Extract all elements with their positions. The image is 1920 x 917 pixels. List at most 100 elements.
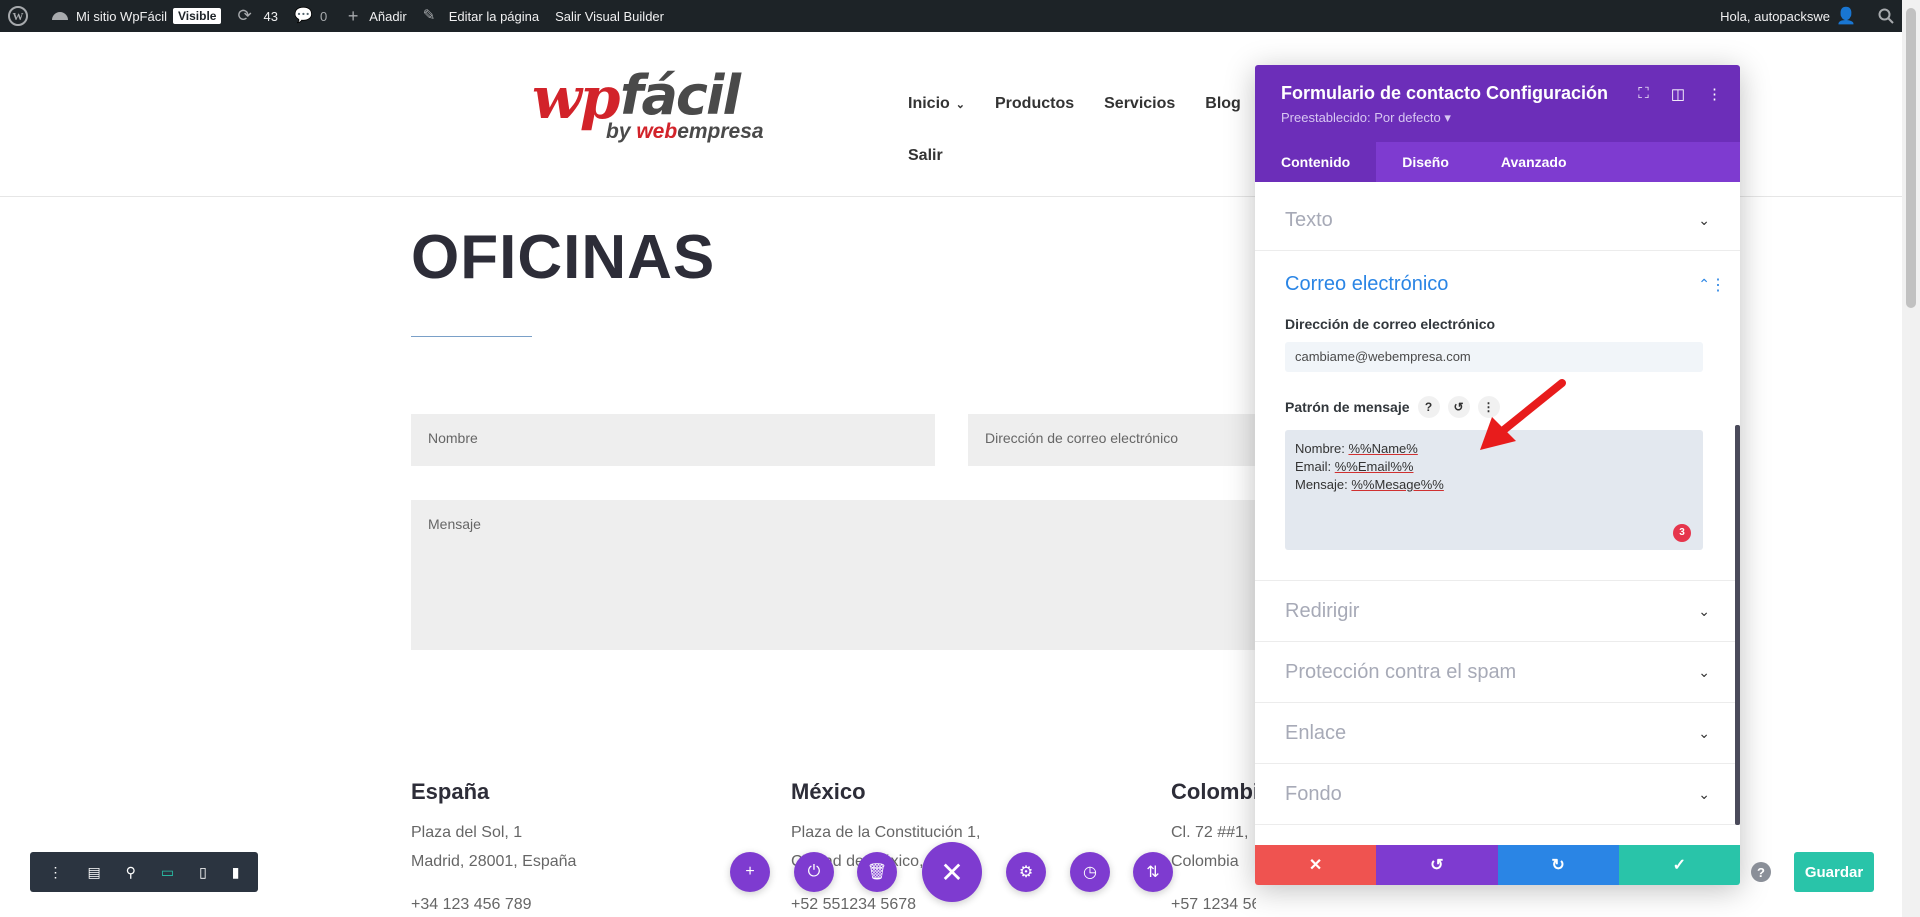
undo-icon: ↺: [1430, 857, 1444, 874]
office-address-line1: Cl. 72 ##1,: [1171, 824, 1249, 841]
pattern-line: Email: %%Email%%: [1295, 459, 1414, 474]
pattern-line: Mensaje: %%Mesage%%: [1295, 477, 1444, 492]
close-builder-button[interactable]: ✕: [922, 842, 982, 902]
chevron-down-icon: ⌄: [1698, 663, 1710, 680]
site-logo[interactable]: wp fácil by webempresa: [532, 64, 767, 149]
section-spam[interactable]: Protección contra el spam ⌄: [1255, 642, 1740, 703]
more-options-icon[interactable]: ⋮: [1707, 85, 1722, 103]
clear-layout-button[interactable]: 🗑: [857, 852, 897, 892]
user-avatar-icon: 👤: [1836, 8, 1856, 25]
visible-badge: Visible: [173, 8, 222, 24]
help-button[interactable]: ?: [1751, 862, 1771, 882]
tab-contenido[interactable]: Contenido: [1255, 142, 1377, 182]
fullscreen-icon[interactable]: ⛶: [1638, 85, 1649, 103]
chevron-down-icon: ⌄: [1698, 602, 1710, 619]
logo-by: by webempresa: [606, 120, 764, 143]
pattern-label: Patrón de mensaje: [1285, 399, 1410, 415]
dashboard-icon: [52, 12, 68, 20]
close-icon: ✕: [1308, 857, 1323, 874]
svg-text:W: W: [13, 11, 24, 23]
tab-avanzado[interactable]: Avanzado: [1475, 142, 1593, 182]
email-label: Dirección de correo electrónico: [1285, 316, 1496, 332]
panel-header[interactable]: Formulario de contacto Configuración Pre…: [1255, 65, 1740, 142]
refresh-icon: ⟳: [237, 6, 252, 25]
chevron-down-icon: ⌄: [955, 98, 965, 111]
tab-diseno[interactable]: Diseño: [1376, 142, 1475, 182]
updates-link[interactable]: ⟳ 43: [229, 0, 285, 32]
logo-facil: fácil: [620, 64, 741, 127]
save-button[interactable]: Guardar: [1794, 852, 1874, 892]
email-address-field[interactable]: cambiame@webempresa.com: [1285, 342, 1703, 372]
redo-button[interactable]: ↻: [1497, 845, 1619, 885]
nav-item-blog[interactable]: Blog: [1205, 95, 1241, 113]
updates-count: 43: [263, 8, 278, 24]
more-options-icon[interactable]: ⋮: [48, 864, 62, 881]
wordpress-logo-icon[interactable]: W: [0, 0, 42, 32]
search-icon[interactable]: [1870, 0, 1902, 32]
phone-view-icon[interactable]: ▮: [232, 864, 240, 881]
reorder-button[interactable]: ⇅: [1133, 852, 1173, 892]
section-texto[interactable]: Texto ⌄: [1255, 190, 1740, 251]
name-input[interactable]: Nombre: [411, 414, 935, 466]
desktop-view-icon[interactable]: ▭: [161, 864, 174, 881]
portability-button[interactable]: ⏻: [794, 852, 834, 892]
nav-item-inicio[interactable]: Inicio ⌄: [908, 95, 965, 113]
check-icon: ✓: [1672, 857, 1687, 874]
page-scrollbar-thumb[interactable]: [1906, 8, 1916, 308]
nav-item-productos[interactable]: Productos: [995, 95, 1074, 113]
panel-body: Texto ⌄ Correo electrónico ⌃ ⋮ Dirección d…: [1255, 190, 1740, 830]
section-correo-header[interactable]: Correo electrónico ⌃: [1285, 273, 1710, 296]
tablet-view-icon[interactable]: ▯: [199, 864, 207, 881]
section-fondo[interactable]: Fondo ⌄: [1255, 764, 1740, 825]
edit-page-link[interactable]: ✎ Editar la página: [415, 0, 547, 32]
plus-icon: +: [745, 863, 755, 880]
chevron-up-icon: ⌃: [1698, 276, 1710, 292]
office-country: México: [791, 779, 866, 804]
split-view-icon[interactable]: ◫: [1671, 85, 1685, 103]
clock-icon: ◷: [1083, 864, 1097, 881]
help-icon[interactable]: ?: [1417, 396, 1440, 418]
page-settings-button[interactable]: ⚙: [1006, 852, 1046, 892]
message-textarea[interactable]: Mensaje: [411, 500, 1258, 650]
office-address-line2: Madrid, 28001, España: [411, 853, 577, 870]
my-account-link[interactable]: Hola, autopackswe 👤: [1712, 0, 1870, 32]
discard-button[interactable]: ✕: [1255, 845, 1377, 885]
panel-tabs: Contenido Diseño Avanzado: [1255, 142, 1740, 182]
office-address-line1: Plaza del Sol, 1: [411, 824, 523, 841]
close-icon: ✕: [940, 856, 964, 888]
wireframe-icon[interactable]: ▤: [87, 864, 100, 881]
reset-icon[interactable]: ↺: [1447, 396, 1470, 418]
undo-button[interactable]: ↺: [1376, 845, 1498, 885]
save-changes-button[interactable]: ✓: [1618, 845, 1740, 885]
power-icon: ⏻: [807, 863, 821, 880]
greeting: Hola, autopackswe: [1720, 8, 1830, 24]
office-phone: +57 1234 5678: [1171, 896, 1256, 913]
history-button[interactable]: ◷: [1070, 852, 1110, 892]
wp-admin-bar: W Mi sitio WpFácil Visible ⟳ 43 💬 0 + Añ…: [0, 0, 1902, 32]
module-settings-panel: Formulario de contacto Configuración Pre…: [1255, 65, 1740, 885]
page-title: OFICINAS: [411, 223, 716, 292]
chevron-down-icon: ⌄: [1698, 785, 1710, 802]
add-new-link[interactable]: + Añadir: [335, 0, 415, 32]
error-count-badge: 3: [1673, 524, 1691, 542]
add-label: Añadir: [369, 8, 407, 24]
office-address-line2: Colombia: [1171, 853, 1239, 870]
comments-link[interactable]: 💬 0: [286, 0, 335, 32]
view-mode-toolbar: ⋮ ▤ ⚲ ▭ ▯ ▮: [30, 852, 258, 892]
zoom-icon[interactable]: ⚲: [126, 864, 136, 881]
panel-scrollbar[interactable]: [1735, 425, 1740, 825]
exit-visual-builder-link[interactable]: Salir Visual Builder: [547, 0, 672, 32]
plus-icon: +: [347, 6, 359, 26]
exit-vb-label: Salir Visual Builder: [555, 8, 664, 24]
nav-item-servicios[interactable]: Servicios: [1104, 95, 1175, 113]
add-module-button[interactable]: +: [730, 852, 770, 892]
section-options-icon[interactable]: ⋮: [1710, 275, 1726, 295]
email-input[interactable]: Dirección de correo electrónico: [968, 414, 1258, 466]
office-spain: España Plaza del Sol, 1 Madrid, 28001, E…: [411, 776, 576, 917]
page-scrollbar[interactable]: [1902, 0, 1920, 917]
section-enlace[interactable]: Enlace ⌄: [1255, 703, 1740, 764]
section-redirigir[interactable]: Redirigir ⌄: [1255, 581, 1740, 642]
nav-item-salir[interactable]: Salir: [908, 147, 943, 165]
preset-selector[interactable]: Preestablecido: Por defecto ▾: [1281, 110, 1714, 126]
site-name-link[interactable]: Mi sitio WpFácil Visible: [42, 0, 229, 32]
